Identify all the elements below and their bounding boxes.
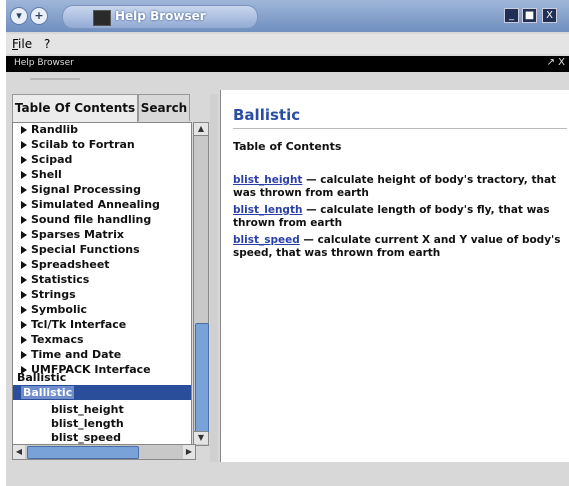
tree-item-label: Randlib bbox=[31, 123, 79, 136]
expand-arrow-icon[interactable] bbox=[21, 171, 27, 179]
toolbar-grip bbox=[30, 78, 80, 80]
toc-entry: blist_length — calculate length of body'… bbox=[233, 204, 563, 230]
tree-item[interactable]: Special Functions bbox=[21, 243, 140, 257]
dock-title-strip: Help Browser ↗ X bbox=[6, 56, 569, 72]
expand-arrow-icon[interactable] bbox=[21, 156, 27, 164]
page-title: Ballistic bbox=[233, 106, 301, 124]
tree-item-label: Sound file handling bbox=[31, 213, 152, 226]
tree-item-selected[interactable]: Ballistic bbox=[21, 385, 75, 400]
expand-arrow-icon[interactable] bbox=[21, 321, 27, 329]
tree-item[interactable]: Signal Processing bbox=[21, 183, 141, 197]
tree-item[interactable]: Scipad bbox=[21, 153, 72, 167]
close-button[interactable]: X bbox=[542, 8, 557, 23]
help-browser-window: ▾ + Help Browser _ ■ X File ? Help Brows… bbox=[6, 0, 569, 486]
tree-child-item[interactable]: blist_speed bbox=[51, 431, 121, 445]
title-pill: Help Browser bbox=[62, 5, 258, 29]
toc-link[interactable]: blist_speed bbox=[233, 234, 300, 246]
expand-arrow-icon[interactable] bbox=[21, 351, 27, 359]
expand-arrow-icon[interactable] bbox=[21, 126, 27, 134]
tree-item-label: Scilab to Fortran bbox=[31, 138, 135, 151]
expand-arrow-icon[interactable] bbox=[21, 261, 27, 269]
app-icon bbox=[93, 10, 111, 26]
tree-item-label: Spreadsheet bbox=[31, 258, 110, 271]
tree-item-label: Sparses Matrix bbox=[31, 228, 124, 241]
tree-item[interactable]: Shell bbox=[21, 168, 62, 182]
tree-item-plain[interactable]: Ballistic bbox=[17, 371, 66, 385]
expand-arrow-icon[interactable] bbox=[21, 246, 27, 254]
menu-bar: File ? bbox=[6, 34, 569, 54]
minimize-button[interactable]: _ bbox=[504, 8, 519, 23]
dock-controls[interactable]: ↗ X bbox=[547, 57, 565, 68]
tree-item[interactable]: Randlib bbox=[21, 123, 78, 137]
dock-title: Help Browser bbox=[14, 58, 74, 68]
toc-link[interactable]: blist_length bbox=[233, 204, 302, 216]
tree-item-label: Signal Processing bbox=[31, 183, 142, 196]
pane-splitter[interactable] bbox=[210, 94, 218, 462]
tree-item-label: Strings bbox=[31, 288, 76, 301]
expand-arrow-icon[interactable] bbox=[21, 276, 27, 284]
tree-item-selected-label: Ballistic bbox=[21, 386, 75, 399]
scroll-up-icon[interactable]: ▲ bbox=[194, 123, 208, 136]
tree-item-label: Simulated Annealing bbox=[31, 198, 160, 211]
tree-item[interactable]: Tcl/Tk Interface bbox=[21, 318, 126, 332]
expand-arrow-icon[interactable] bbox=[21, 291, 27, 299]
title-bar[interactable]: ▾ + Help Browser _ ■ X bbox=[6, 0, 569, 32]
status-bar bbox=[6, 462, 569, 486]
expand-arrow-icon[interactable] bbox=[21, 141, 27, 149]
scroll-down-icon[interactable]: ▼ bbox=[194, 431, 208, 444]
tree-item[interactable]: Statistics bbox=[21, 273, 89, 287]
section-heading: Table of Contents bbox=[233, 140, 342, 153]
tree-item-label: Scipad bbox=[31, 153, 73, 166]
tree-child-item[interactable]: blist_length bbox=[51, 417, 124, 431]
tree-vertical-scrollbar[interactable]: ▲ ▼ bbox=[193, 122, 209, 446]
tree-horizontal-scrollbar[interactable]: ◀ ▶ bbox=[12, 444, 196, 460]
expand-arrow-icon[interactable] bbox=[21, 216, 27, 224]
maximize-button[interactable]: ■ bbox=[522, 8, 537, 23]
tree-item-label: Special Functions bbox=[31, 243, 140, 256]
window-title: Help Browser bbox=[115, 9, 206, 23]
tree-item[interactable]: Strings bbox=[21, 288, 76, 302]
menu-help[interactable]: ? bbox=[44, 37, 50, 51]
vertical-scroll-thumb[interactable] bbox=[195, 323, 209, 433]
tree-item-label: Symbolic bbox=[31, 303, 88, 316]
tree-item-label: Shell bbox=[31, 168, 62, 181]
tree-item[interactable]: Sparses Matrix bbox=[21, 228, 124, 242]
help-content-pane: Ballistic Table of Contents blist_height… bbox=[220, 90, 569, 462]
tree-item[interactable]: Symbolic bbox=[21, 303, 87, 317]
tree-item[interactable]: Sound file handling bbox=[21, 213, 151, 227]
expand-arrow-icon[interactable] bbox=[21, 336, 27, 344]
scroll-right-icon[interactable]: ▶ bbox=[183, 445, 195, 459]
tree-item-label: Statistics bbox=[31, 273, 90, 286]
toc-entry: blist_speed — calculate current X and Y … bbox=[233, 234, 563, 260]
expand-arrow-icon[interactable] bbox=[21, 186, 27, 194]
window-menu-icon[interactable]: ▾ bbox=[10, 7, 28, 25]
scroll-left-icon[interactable]: ◀ bbox=[13, 445, 25, 459]
title-divider bbox=[233, 128, 567, 129]
menu-file[interactable]: File bbox=[12, 37, 32, 51]
tree-item-label: Tcl/Tk Interface bbox=[31, 318, 127, 331]
toolbar bbox=[6, 72, 569, 88]
tree-item[interactable]: Simulated Annealing bbox=[21, 198, 160, 212]
window-pin-icon[interactable]: + bbox=[30, 7, 48, 25]
toc-link[interactable]: blist_height bbox=[233, 174, 302, 186]
tree-item[interactable]: Scilab to Fortran bbox=[21, 138, 135, 152]
horizontal-scroll-thumb[interactable] bbox=[27, 446, 139, 459]
tree-item-label: Time and Date bbox=[31, 348, 122, 361]
menu-file-label: ile bbox=[18, 37, 33, 51]
tree-item[interactable]: Spreadsheet bbox=[21, 258, 110, 272]
tab-table-of-contents[interactable]: Table Of Contents bbox=[12, 94, 138, 123]
expand-arrow-icon[interactable] bbox=[21, 306, 27, 314]
expand-arrow-icon[interactable] bbox=[21, 231, 27, 239]
tree-child-item[interactable]: blist_height bbox=[51, 403, 124, 417]
expand-arrow-icon[interactable] bbox=[21, 201, 27, 209]
tree-item[interactable]: Texmacs bbox=[21, 333, 84, 347]
toc-entry: blist_height — calculate height of body'… bbox=[233, 174, 563, 200]
tree-item[interactable]: Time and Date bbox=[21, 348, 121, 362]
tree-item-label: Texmacs bbox=[31, 333, 84, 346]
tab-search[interactable]: Search bbox=[138, 94, 190, 121]
toc-tree[interactable]: Randlib Scilab to Fortran Scipad Shell S… bbox=[12, 122, 192, 446]
